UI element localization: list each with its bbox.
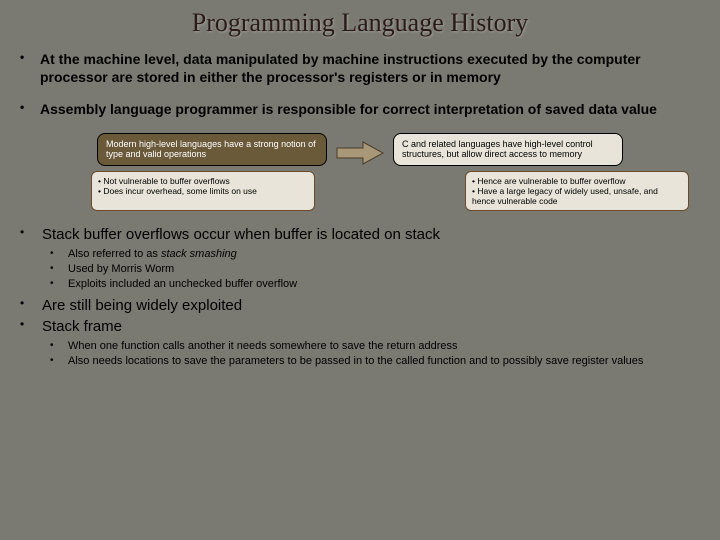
top-bullet-list: • At the machine level, data manipulated… <box>20 50 700 119</box>
sub-text: Also needs locations to save the paramet… <box>68 354 643 368</box>
sub-item: • When one function calls another it nee… <box>50 339 700 353</box>
arrow-right-icon <box>335 139 385 167</box>
sub-point: Does incur overhead, some limits on use <box>103 186 257 196</box>
bullet-dot: • <box>50 262 68 276</box>
bullet-item: • Assembly language programmer is respon… <box>20 100 700 118</box>
bullet-dot: • <box>20 100 40 118</box>
sub-list: • When one function calls another it nee… <box>20 339 700 369</box>
slide: Programming Language History • At the ma… <box>0 0 720 382</box>
box-c-languages: C and related languages have high-level … <box>393 133 623 167</box>
bullet-dot: • <box>20 296 42 316</box>
bullet-dot: • <box>20 225 42 245</box>
sub-item: • Used by Morris Worm <box>50 262 700 276</box>
bullet-text: At the machine level, data manipulated b… <box>40 50 700 86</box>
sub-text: When one function calls another it needs… <box>68 339 458 353</box>
bullet-item: • Are still being widely exploited <box>20 296 700 316</box>
sub-point: Hence are vulnerable to buffer overflow <box>477 176 625 186</box>
sub-item: • Exploits included an unchecked buffer … <box>50 277 700 291</box>
box-modern-languages: Modern high-level languages have a stron… <box>97 133 327 167</box>
bullet-dot: • <box>50 354 68 368</box>
diagram-row: Modern high-level languages have a stron… <box>20 133 700 167</box>
bullet-dot: • <box>50 339 68 353</box>
sub-point: Have a large legacy of widely used, unsa… <box>472 186 658 206</box>
bullet-item: • Stack frame <box>20 317 700 337</box>
sub-point: Not vulnerable to buffer overflows <box>103 176 229 186</box>
sub-box-right: • Hence are vulnerable to buffer overflo… <box>465 171 689 212</box>
bullet-item: • At the machine level, data manipulated… <box>20 50 700 86</box>
bullet-text: Stack buffer overflows occur when buffer… <box>42 225 440 245</box>
bullet-text: Stack frame <box>42 317 122 337</box>
sub-text: Used by Morris Worm <box>68 262 174 276</box>
sub-box-left: • Not vulnerable to buffer overflows • D… <box>91 171 315 212</box>
sub-list: • Also referred to as stack smashing • U… <box>20 247 700 292</box>
sub-item: • Also needs locations to save the param… <box>50 354 700 368</box>
bullet-dot: • <box>50 277 68 291</box>
slide-title: Programming Language History <box>20 8 700 38</box>
bottom-bullet-list: • Are still being widely exploited • Sta… <box>20 296 700 337</box>
bottom-bullet-list: • Stack buffer overflows occur when buff… <box>20 225 700 245</box>
sub-item: • Also referred to as stack smashing <box>50 247 700 261</box>
sub-text: Exploits included an unchecked buffer ov… <box>68 277 297 291</box>
bullet-dot: • <box>20 50 40 86</box>
sub-text: Also referred to as stack smashing <box>68 247 237 261</box>
bullet-dot: • <box>50 247 68 261</box>
sub-box-row: • Not vulnerable to buffer overflows • D… <box>20 171 700 212</box>
bullet-item: • Stack buffer overflows occur when buff… <box>20 225 700 245</box>
bullet-text: Assembly language programmer is responsi… <box>40 100 657 118</box>
bullet-text: Are still being widely exploited <box>42 296 242 316</box>
bullet-dot: • <box>20 317 42 337</box>
